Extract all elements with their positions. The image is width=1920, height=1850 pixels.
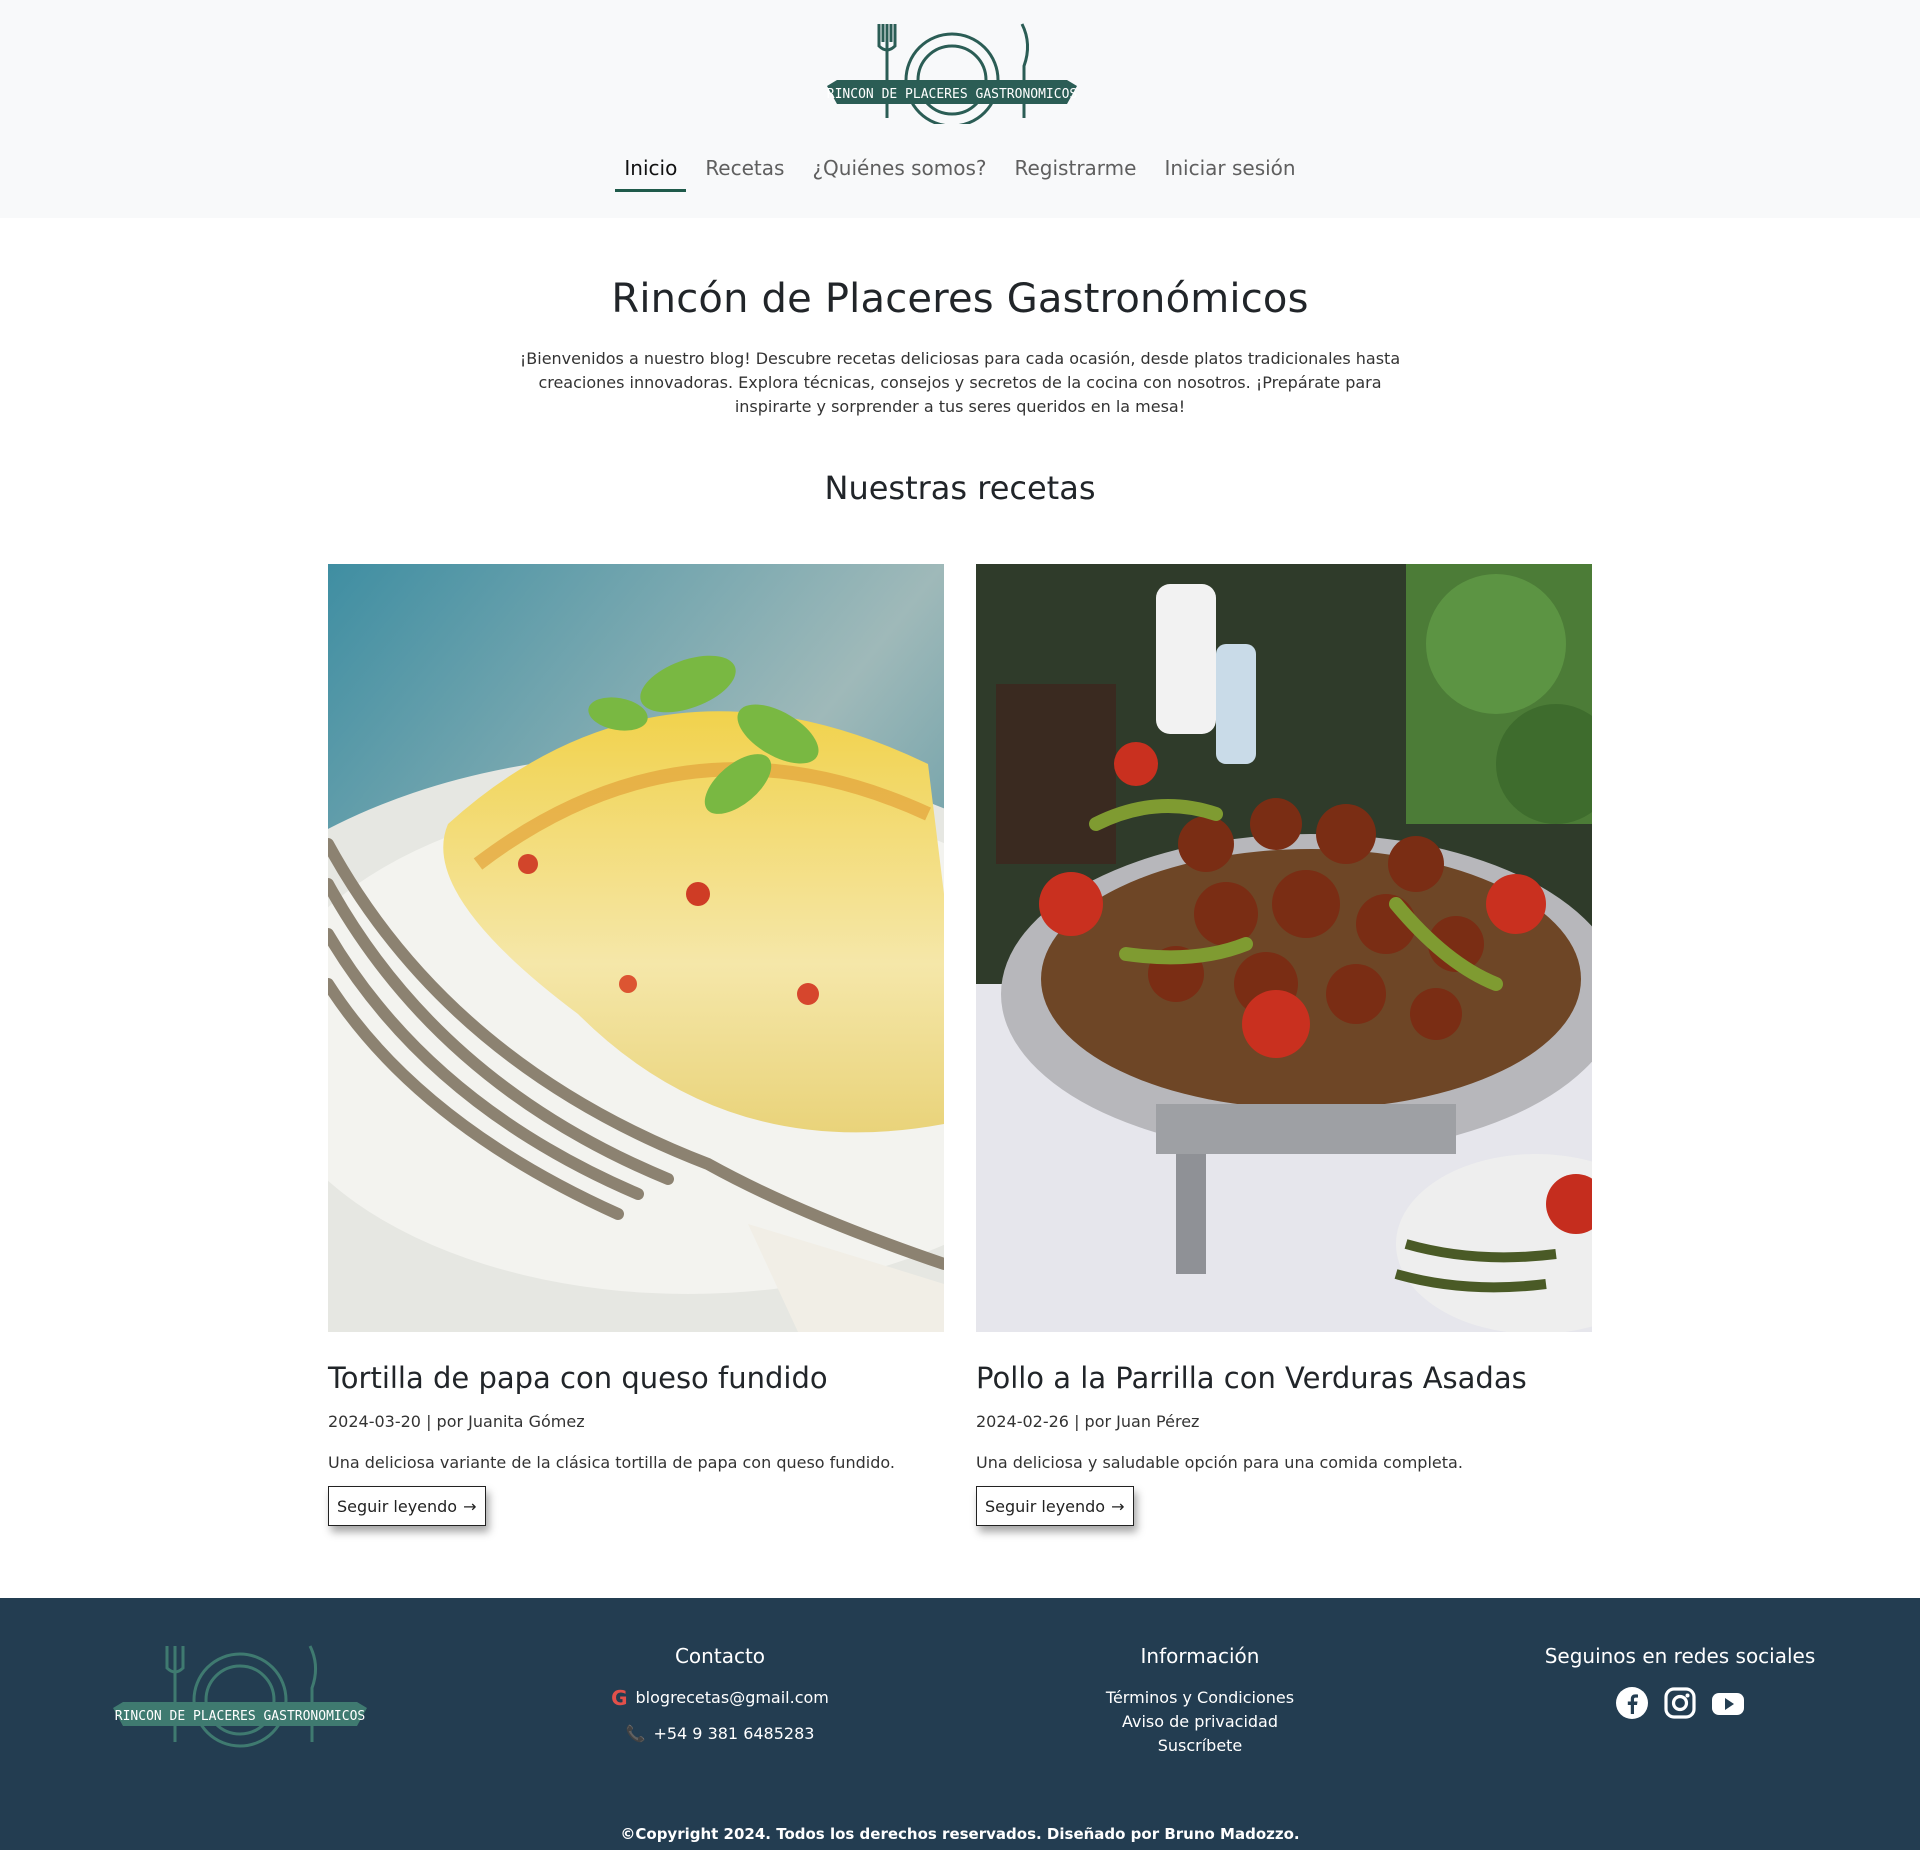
footer-logo-text: RINCON DE PLACERES GASTRONOMICOS bbox=[115, 1709, 365, 1724]
intro-text: ¡Bienvenidos a nuestro blog! Descubre re… bbox=[510, 347, 1410, 419]
intro-line: inspirarte y sorprender a tus seres quer… bbox=[734, 397, 1186, 416]
recipe-image-tortilla[interactable] bbox=[328, 564, 944, 1332]
social-icons bbox=[1520, 1686, 1840, 1720]
footer-logo[interactable]: RINCON DE PLACERES GASTRONOMICOS bbox=[113, 1642, 367, 1748]
recipe-image-pollo[interactable] bbox=[976, 564, 1592, 1332]
footer-social: Seguinos en redes sociales bbox=[1520, 1644, 1840, 1720]
nav-item-quienes-somos[interactable]: ¿Quiénes somos? bbox=[803, 148, 995, 192]
recipe-description: Una deliciosa y saludable opción para un… bbox=[976, 1453, 1463, 1472]
recipe-cards: Tortilla de papa con queso fundido 2024-… bbox=[0, 507, 1920, 1537]
footer-info: Información Términos y Condiciones Aviso… bbox=[1080, 1644, 1320, 1758]
read-more-button[interactable]: Seguir leyendo → bbox=[976, 1486, 1134, 1526]
subscribe-link[interactable]: Suscríbete bbox=[1080, 1734, 1320, 1758]
contact-email[interactable]: G blogrecetas@gmail.com bbox=[600, 1686, 840, 1710]
intro-line: creaciones innovadoras. Explora técnicas… bbox=[538, 373, 1382, 392]
recipe-card: Pollo a la Parrilla con Verduras Asadas … bbox=[976, 564, 1592, 1526]
arrow-right-icon: → bbox=[463, 1496, 477, 1516]
site-footer: RINCON DE PLACERES GASTRONOMICOS Contact… bbox=[0, 1598, 1920, 1850]
recipe-meta: 2024-03-20 | por Juanita Gómez bbox=[328, 1412, 585, 1431]
recipe-card: Tortilla de papa con queso fundido 2024-… bbox=[328, 564, 944, 1526]
page-title: Rincón de Placeres Gastronómicos bbox=[611, 276, 1309, 322]
nav-item-inicio[interactable]: Inicio bbox=[615, 148, 687, 192]
nav-item-iniciar-sesion[interactable]: Iniciar sesión bbox=[1155, 148, 1304, 192]
google-icon: G bbox=[611, 1686, 628, 1710]
contact-phone[interactable]: 📞 +54 9 381 6485283 bbox=[600, 1722, 840, 1746]
nav-item-registrarme[interactable]: Registrarme bbox=[1006, 148, 1146, 192]
arrow-right-icon: → bbox=[1111, 1496, 1125, 1516]
recipe-description: Una deliciosa variante de la clásica tor… bbox=[328, 1453, 895, 1472]
terms-link[interactable]: Términos y Condiciones bbox=[1080, 1686, 1320, 1710]
instagram-icon[interactable] bbox=[1663, 1686, 1697, 1720]
hero: Rincón de Placeres Gastronómicos ¡Bienve… bbox=[0, 276, 1920, 507]
facebook-icon[interactable] bbox=[1615, 1686, 1649, 1720]
contact-phone-text: +54 9 381 6485283 bbox=[653, 1724, 815, 1743]
recipe-meta: 2024-02-26 | por Juan Pérez bbox=[976, 1412, 1200, 1431]
recipe-title[interactable]: Pollo a la Parrilla con Verduras Asadas bbox=[976, 1361, 1592, 1395]
nav-item-recetas[interactable]: Recetas bbox=[696, 148, 793, 192]
footer-social-title: Seguinos en redes sociales bbox=[1544, 1644, 1816, 1668]
intro-line: ¡Bienvenidos a nuestro blog! Descubre re… bbox=[519, 349, 1401, 368]
site-header: RINCON DE PLACERES GASTRONOMICOS Inicio … bbox=[0, 0, 1920, 218]
read-more-label: Seguir leyendo bbox=[985, 1496, 1106, 1516]
footer-contact: Contacto G blogrecetas@gmail.com 📞 +54 9… bbox=[600, 1644, 840, 1758]
copyright: ©Copyright 2024. Todos los derechos rese… bbox=[620, 1825, 1300, 1843]
phone-icon: 📞 bbox=[625, 1724, 646, 1743]
privacy-link[interactable]: Aviso de privacidad bbox=[1080, 1710, 1320, 1734]
recipe-title[interactable]: Tortilla de papa con queso fundido bbox=[328, 1361, 944, 1395]
footer-contact-title: Contacto bbox=[674, 1644, 766, 1668]
youtube-icon[interactable] bbox=[1711, 1686, 1745, 1720]
contact-email-text: blogrecetas@gmail.com bbox=[635, 1688, 829, 1707]
read-more-button[interactable]: Seguir leyendo → bbox=[328, 1486, 486, 1526]
section-title: Nuestras recetas bbox=[824, 469, 1096, 507]
logo-text: RINCON DE PLACERES GASTRONOMICOS bbox=[827, 87, 1077, 102]
site-logo[interactable]: RINCON DE PLACERES GASTRONOMICOS bbox=[827, 20, 1077, 124]
footer-info-title: Información bbox=[1140, 1644, 1260, 1668]
read-more-label: Seguir leyendo bbox=[337, 1496, 458, 1516]
main-nav: Inicio Recetas ¿Quiénes somos? Registrar… bbox=[0, 148, 1920, 192]
